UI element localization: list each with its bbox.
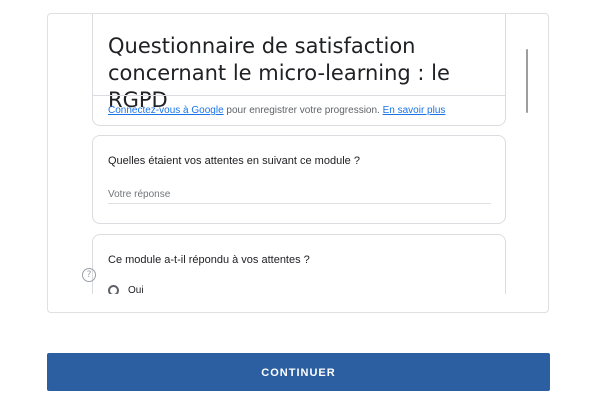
header-divider [93,95,505,96]
learn-more-link[interactable]: En savoir plus [383,105,446,116]
radio-button-icon[interactable] [108,284,119,294]
form-header-card: Questionnaire de satisfaction concernant… [92,14,506,126]
question-title: Ce module a-t-il répondu à vos attentes … [108,254,310,266]
radio-option-oui[interactable]: Oui [108,283,144,294]
question-card-expectations: Quelles étaient vos attentes en suivant … [92,135,506,224]
embedded-form-frame[interactable]: Questionnaire de satisfaction concernant… [47,13,549,313]
signin-notice-text: pour enregistrer votre progression. [223,105,383,116]
google-signin-link[interactable]: Connectez-vous à Google [108,105,224,116]
form-scroll-area[interactable]: Questionnaire de satisfaction concernant… [48,14,548,294]
answer-input[interactable]: Votre réponse [108,182,491,204]
question-card-met-expectations: Ce module a-t-il répondu à vos attentes … [92,234,506,294]
page: Questionnaire de satisfaction concernant… [0,0,605,403]
radio-option-label: Oui [128,284,144,295]
answer-placeholder: Votre réponse [108,189,171,200]
form-title: Questionnaire de satisfaction concernant… [108,34,450,112]
scrollbar-thumb[interactable] [526,49,528,113]
help-icon[interactable]: ? [82,268,96,282]
question-title: Quelles étaient vos attentes en suivant … [108,155,360,167]
continue-button[interactable]: CONTINUER [47,353,550,391]
signin-notice: Connectez-vous à Google pour enregistrer… [108,105,445,116]
